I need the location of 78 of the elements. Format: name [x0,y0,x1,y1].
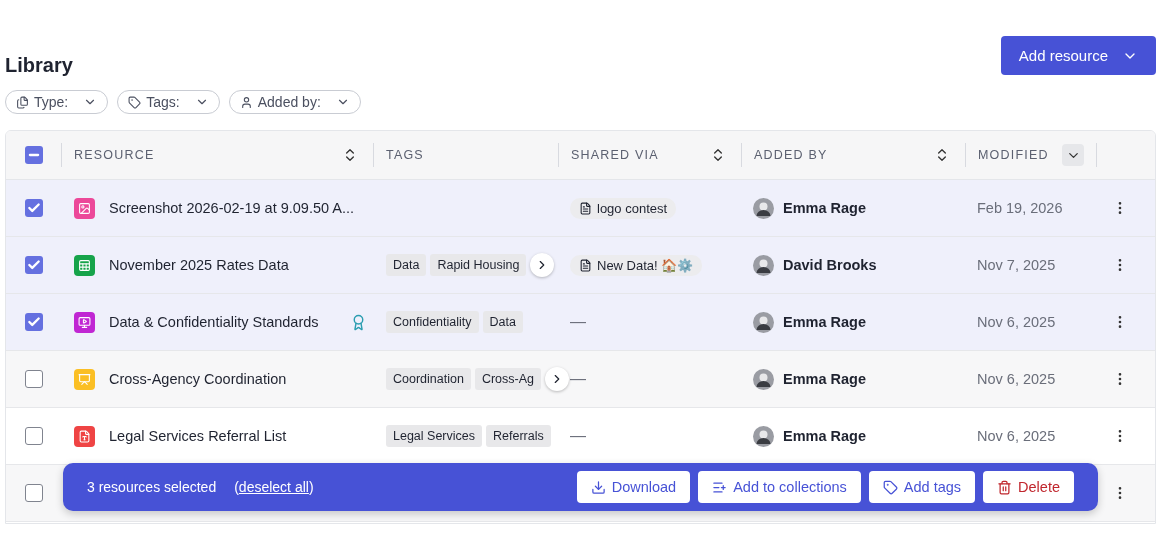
column-header: ADDED BY [754,148,828,162]
document-icon [579,201,592,215]
modified-date: Nov 6, 2025 [976,428,1057,444]
column-header: TAGS [386,148,424,162]
modified-date: Feb 19, 2026 [976,200,1064,216]
added-by-name: Emma Rage [783,314,866,330]
row-checkbox[interactable] [24,370,43,388]
file-type-icon [74,197,95,219]
row-checkbox[interactable] [24,427,43,445]
person-icon [239,95,253,109]
row-checkbox[interactable] [24,199,43,217]
file-type-icon [74,425,95,447]
avatar [753,425,774,447]
collection-button[interactable]: Add to collections [698,471,861,503]
file-type-icon [74,368,95,390]
deselect-all-link[interactable]: deselect all [238,479,309,495]
check-icon [26,258,41,272]
row-checkbox[interactable] [24,313,43,331]
trash-icon [997,479,1013,495]
tag-chip: Data [386,254,427,276]
empty-value: — [570,370,586,388]
page-title: Library [5,54,73,77]
resource-name[interactable]: Screenshot 2026-02-19 at 9.09.50 A... [109,200,373,216]
empty-value: — [570,427,586,445]
row-checkbox[interactable] [24,484,43,502]
tag-chip: Coordination [386,368,471,390]
resource-name[interactable]: Cross-Agency Coordination [109,371,373,387]
list-plus-icon [712,479,728,495]
resource-name[interactable]: November 2025 Rates Data [109,257,373,273]
select-all-checkbox[interactable] [24,146,43,164]
shared-via-chip: logo contest [570,197,677,219]
check-icon [26,201,41,215]
delete-button[interactable]: Delete [983,471,1074,503]
column-header: RESOURCE [74,148,155,162]
parenthesis: ( [234,479,239,495]
row-checkbox[interactable] [24,256,43,274]
filter-dropdown[interactable]: Added by: [228,90,361,114]
parenthesis: ) [308,479,314,495]
avatar [753,311,774,333]
tag-icon [128,95,142,109]
scroll-right-button[interactable] [530,253,555,277]
tag-chip: Data [482,311,523,333]
scroll-right-button[interactable] [545,367,569,391]
column-header: SHARED VIA [571,148,659,162]
tag-icon [882,479,898,495]
tag-chip: Legal Services [386,425,482,447]
tag-button[interactable]: Add tags [868,471,976,503]
selection-count: 3 resources selected [87,479,217,495]
tag-chip: Referrals [486,425,551,447]
file-type-icon [74,311,95,333]
tag-chip: Confidentiality [386,311,479,333]
resource-name[interactable]: Data & Confidentiality Standards [109,314,336,330]
added-by-name: Emma Rage [783,428,866,444]
documents-icon [16,95,29,109]
avatar [753,368,774,390]
avatar [753,254,774,276]
modified-date: Nov 6, 2025 [976,371,1057,387]
avatar [753,197,774,219]
shared-via-chip: New Data! 🏠⚙ [570,254,703,276]
tag-chip: Rapid Housing [430,254,527,276]
added-by-name: Emma Rage [783,371,866,387]
resource-name[interactable]: Legal Services Referral List [109,428,373,444]
document-icon [579,258,592,272]
add-resource-button[interactable]: Add resource [1000,36,1156,75]
download-icon [590,479,606,495]
added-by-name: David Brooks [783,257,877,273]
added-by-name: Emma Rage [783,200,866,216]
sort-button[interactable] [1062,144,1084,166]
column-header: MODIFIED [978,148,1049,162]
modified-date: Nov 6, 2025 [976,314,1057,330]
empty-value: — [570,313,586,331]
filter-dropdown[interactable]: Tags: [117,90,220,114]
check-icon [26,315,41,329]
file-type-icon [74,254,95,276]
modified-date: Nov 7, 2025 [976,257,1057,273]
filter-dropdown[interactable]: Type: [5,90,109,114]
tag-chip: Cross-Ag [474,368,541,390]
download-button[interactable]: Download [576,471,691,503]
